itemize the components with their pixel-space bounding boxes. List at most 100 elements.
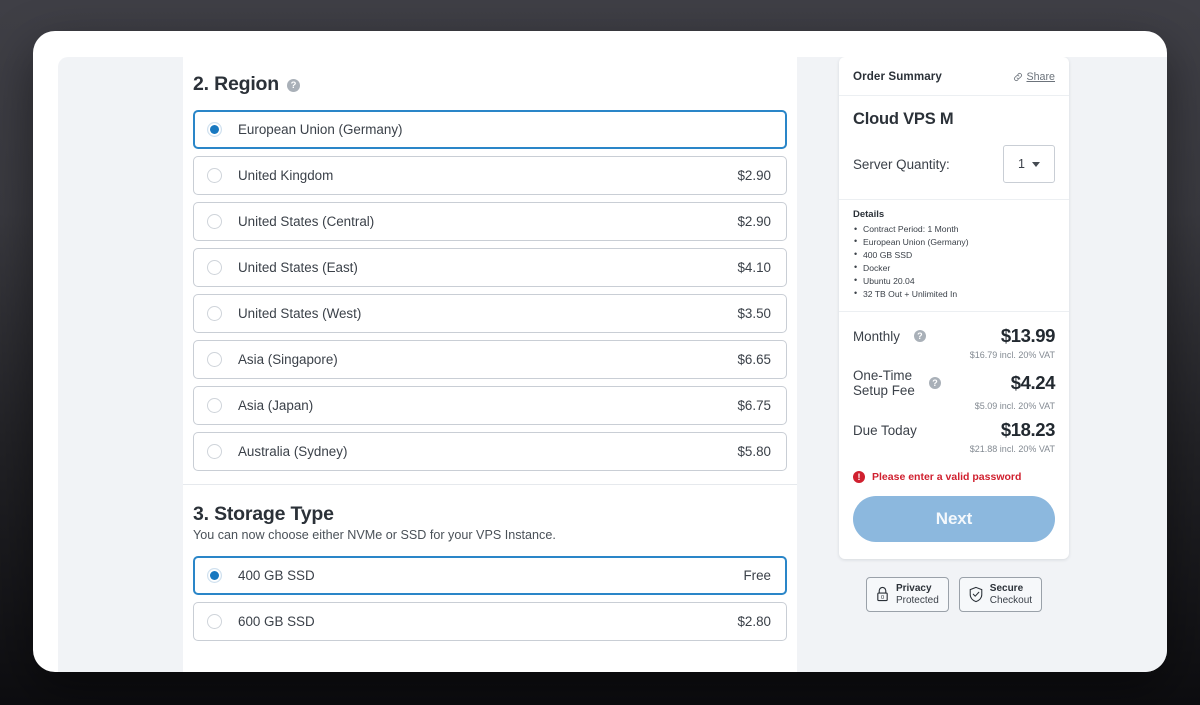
next-button-wrapper: Next bbox=[839, 483, 1069, 559]
region-option-european-union-germany[interactable]: European Union (Germany) bbox=[193, 110, 787, 149]
radio-icon[interactable] bbox=[207, 214, 222, 229]
question-mark-icon[interactable]: ? bbox=[914, 330, 926, 342]
browser-window: 2. Region ? European Union (Germany) Uni… bbox=[33, 31, 1167, 672]
radio-icon[interactable] bbox=[207, 568, 222, 583]
region-section: 2. Region ? European Union (Germany) Uni… bbox=[183, 57, 797, 471]
server-quantity-select[interactable]: 1 bbox=[1003, 145, 1055, 183]
server-quantity-value: 1 bbox=[1018, 157, 1025, 171]
list-item: Ubuntu 20.04 bbox=[853, 275, 1055, 288]
validation-error: ! Please enter a valid password bbox=[839, 462, 1069, 483]
svg-text:0: 0 bbox=[881, 595, 884, 601]
price-label: Monthly bbox=[853, 329, 900, 344]
price-left: Due Today bbox=[853, 423, 917, 438]
shield-check-icon bbox=[968, 586, 984, 603]
price-row: Due Today $18.23 bbox=[853, 419, 1055, 441]
storage-option-400-gb-ssd[interactable]: 400 GB SSD Free bbox=[193, 556, 787, 595]
region-option-united-kingdom[interactable]: United Kingdom $2.90 bbox=[193, 156, 787, 195]
details-list: Contract Period: 1 Month European Union … bbox=[853, 223, 1055, 300]
storage-option-600-gb-ssd[interactable]: 600 GB SSD $2.80 bbox=[193, 602, 787, 641]
region-option-united-states-east[interactable]: United States (East) $4.10 bbox=[193, 248, 787, 287]
region-option-united-states-west[interactable]: United States (West) $3.50 bbox=[193, 294, 787, 333]
region-section-header: 2. Region ? bbox=[193, 73, 787, 96]
badge-subtitle: Protected bbox=[896, 595, 939, 607]
option-label: Asia (Japan) bbox=[238, 398, 737, 413]
price-breakdown: Monthly ? $13.99 $16.79 incl. 20% VAT On… bbox=[839, 312, 1069, 454]
radio-icon[interactable] bbox=[207, 398, 222, 413]
option-price: $6.75 bbox=[737, 398, 771, 413]
option-label: European Union (Germany) bbox=[238, 122, 771, 137]
page-viewport: 2. Region ? European Union (Germany) Uni… bbox=[58, 57, 1167, 672]
price-row: Monthly ? $13.99 bbox=[853, 325, 1055, 347]
price-amount: $4.24 bbox=[1011, 372, 1055, 394]
order-summary-body: Cloud VPS M Server Quantity: 1 bbox=[839, 96, 1069, 199]
option-label: Asia (Singapore) bbox=[238, 352, 737, 367]
option-price: $2.80 bbox=[737, 614, 771, 629]
order-summary-card: Order Summary Share Cloud VPS M Server Q… bbox=[839, 57, 1069, 559]
error-message: Please enter a valid password bbox=[872, 471, 1021, 483]
order-summary-column: Order Summary Share Cloud VPS M Server Q… bbox=[839, 57, 1069, 612]
share-label: Share bbox=[1026, 71, 1055, 83]
order-summary-header: Order Summary Share bbox=[839, 57, 1069, 96]
list-item: European Union (Germany) bbox=[853, 236, 1055, 249]
option-price: $5.80 bbox=[737, 444, 771, 459]
radio-icon[interactable] bbox=[207, 260, 222, 275]
next-button[interactable]: Next bbox=[853, 496, 1055, 542]
price-label: Due Today bbox=[853, 423, 917, 438]
badge-title: Privacy bbox=[896, 583, 939, 595]
radio-icon[interactable] bbox=[207, 614, 222, 629]
option-label: Australia (Sydney) bbox=[238, 444, 737, 459]
share-button[interactable]: Share bbox=[1013, 71, 1055, 83]
radio-icon[interactable] bbox=[207, 168, 222, 183]
chevron-down-icon bbox=[1032, 162, 1040, 167]
radio-icon[interactable] bbox=[207, 306, 222, 321]
price-vat-note: $21.88 incl. 20% VAT bbox=[853, 444, 1055, 454]
price-amount: $13.99 bbox=[1001, 325, 1055, 347]
storage-type-section: 3. Storage Type You can now choose eithe… bbox=[183, 485, 797, 641]
question-mark-icon[interactable]: ? bbox=[287, 79, 300, 92]
option-price: $2.90 bbox=[737, 214, 771, 229]
question-mark-icon[interactable]: ? bbox=[929, 377, 941, 389]
price-label: One-Time Setup Fee bbox=[853, 368, 915, 398]
list-item: 32 TB Out + Unlimited In bbox=[853, 288, 1055, 301]
order-details-box: Details Contract Period: 1 Month Europea… bbox=[839, 199, 1069, 312]
order-summary-title: Order Summary bbox=[853, 70, 942, 83]
badge-text: Secure Checkout bbox=[990, 583, 1032, 606]
radio-icon[interactable] bbox=[207, 444, 222, 459]
badge-title: Secure bbox=[990, 583, 1032, 595]
price-block-due-today: Due Today $18.23 $21.88 incl. 20% VAT bbox=[853, 419, 1055, 454]
storage-section-subtitle: You can now choose either NVMe or SSD fo… bbox=[193, 528, 787, 542]
region-section-title: 2. Region bbox=[193, 73, 279, 96]
region-option-asia-japan[interactable]: Asia (Japan) $6.75 bbox=[193, 386, 787, 425]
product-name: Cloud VPS M bbox=[853, 110, 1055, 129]
radio-icon[interactable] bbox=[207, 352, 222, 367]
region-option-united-states-central[interactable]: United States (Central) $2.90 bbox=[193, 202, 787, 241]
region-option-australia-sydney[interactable]: Australia (Sydney) $5.80 bbox=[193, 432, 787, 471]
price-vat-note: $16.79 incl. 20% VAT bbox=[853, 350, 1055, 360]
badge-text: Privacy Protected bbox=[896, 583, 939, 606]
badge-secure-checkout: Secure Checkout bbox=[959, 577, 1042, 612]
price-row: One-Time Setup Fee ? $4.24 bbox=[853, 368, 1055, 398]
option-price: $6.65 bbox=[737, 352, 771, 367]
region-option-asia-singapore[interactable]: Asia (Singapore) $6.65 bbox=[193, 340, 787, 379]
storage-option-list: 400 GB SSD Free 600 GB SSD $2.80 bbox=[193, 556, 787, 641]
price-left: Monthly ? bbox=[853, 329, 926, 344]
details-title: Details bbox=[853, 209, 1055, 220]
option-price: Free bbox=[743, 568, 771, 583]
option-label: United States (East) bbox=[238, 260, 737, 275]
radio-icon[interactable] bbox=[207, 122, 222, 137]
server-quantity-label: Server Quantity: bbox=[853, 157, 950, 172]
price-block-one-time-setup-fee: One-Time Setup Fee ? $4.24 $5.09 incl. 2… bbox=[853, 368, 1055, 411]
option-label: 600 GB SSD bbox=[238, 614, 737, 629]
option-label: 400 GB SSD bbox=[238, 568, 743, 583]
option-price: $4.10 bbox=[737, 260, 771, 275]
list-item: 400 GB SSD bbox=[853, 249, 1055, 262]
price-amount: $18.23 bbox=[1001, 419, 1055, 441]
configurator-main-column: 2. Region ? European Union (Germany) Uni… bbox=[183, 57, 797, 672]
badge-subtitle: Checkout bbox=[990, 595, 1032, 607]
option-label: United States (West) bbox=[238, 306, 737, 321]
option-price: $3.50 bbox=[737, 306, 771, 321]
storage-section-title: 3. Storage Type bbox=[193, 503, 787, 526]
list-item: Contract Period: 1 Month bbox=[853, 223, 1055, 236]
server-quantity-row: Server Quantity: 1 bbox=[853, 145, 1055, 199]
lock-icon: 0 bbox=[875, 586, 890, 603]
